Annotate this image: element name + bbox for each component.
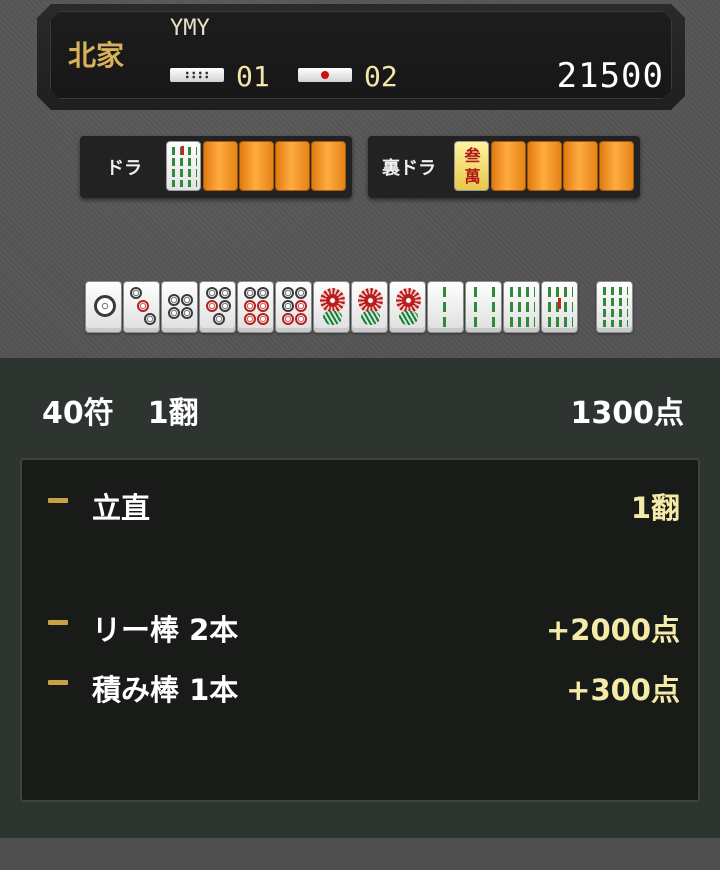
dora-label: ドラ — [106, 158, 142, 179]
bottom-strip — [0, 838, 720, 870]
hidden-ura-dora-tile — [563, 141, 598, 191]
winning-hand — [85, 281, 645, 334]
bullet-dash-icon — [48, 498, 68, 503]
thousand-stick-count: 02 — [364, 60, 398, 93]
hand-tile-3-pin — [123, 281, 160, 333]
hundred-point-stick-icon — [170, 68, 224, 82]
hand-tile-6-pin — [237, 281, 274, 333]
ura-dora-label: 裏ドラ — [382, 158, 436, 179]
hundred-stick-count: 01 — [236, 60, 270, 93]
yaku-row: リー棒 2本 +2000点 — [22, 603, 702, 647]
hand-tile-1-sou — [351, 281, 388, 333]
seat-wind: 北家 — [68, 39, 125, 72]
hand-tile-7-sou — [541, 281, 578, 333]
hand-tile-4-sou — [465, 281, 502, 333]
hand-tile-1-sou — [313, 281, 350, 333]
hand-tile-4-pin — [161, 281, 198, 333]
bullet-dash-icon — [48, 620, 68, 625]
hand-tile-2-sou — [427, 281, 464, 333]
hand-tile-6-sou — [503, 281, 540, 333]
yaku-name: 立直 — [92, 491, 151, 525]
yaku-row: 立直 1翻 — [22, 481, 702, 525]
ura-dora-panel: 裏ドラ 叁萬 — [368, 136, 640, 198]
yaku-row: 積み棒 1本 +300点 — [22, 663, 702, 707]
han-count: 1翻 — [147, 396, 199, 431]
hidden-ura-dora-tile — [527, 141, 562, 191]
hidden-ura-dora-tile — [599, 141, 634, 191]
player-score: 21500 — [556, 56, 664, 96]
yaku-value: +300点 — [566, 673, 680, 707]
yaku-list: 立直 1翻 リー棒 2本 +2000点 積み棒 1本 +300点 — [20, 458, 700, 802]
hidden-dora-tile — [311, 141, 346, 191]
ura-dora-indicator-tile-3-man: 叁萬 — [454, 141, 489, 191]
yaku-value: +2000点 — [545, 613, 680, 647]
dora-indicator-tile-8-sou — [166, 141, 201, 191]
fu-han-summary: 40符 1翻 — [42, 388, 199, 432]
player-name: YMY — [170, 16, 210, 41]
hand-tile-1-pin — [85, 281, 122, 333]
thousand-point-stick-icon — [298, 68, 352, 82]
dora-panel: ドラ — [80, 136, 352, 198]
winning-tile-9-sou — [596, 281, 633, 333]
hand-tile-7-pin — [275, 281, 312, 333]
yaku-name: リー棒 2本 — [92, 613, 239, 647]
fu-count: 40符 — [42, 396, 114, 431]
total-points: 1300点 — [570, 396, 685, 431]
hidden-dora-tile — [239, 141, 274, 191]
hidden-dora-tile — [203, 141, 238, 191]
bullet-dash-icon — [48, 680, 68, 685]
hidden-dora-tile — [275, 141, 310, 191]
yaku-name: 積み棒 1本 — [92, 673, 239, 707]
yaku-value: 1翻 — [630, 491, 680, 525]
hand-tile-5-pin — [199, 281, 236, 333]
hidden-ura-dora-tile — [491, 141, 526, 191]
hand-tile-1-sou — [389, 281, 426, 333]
